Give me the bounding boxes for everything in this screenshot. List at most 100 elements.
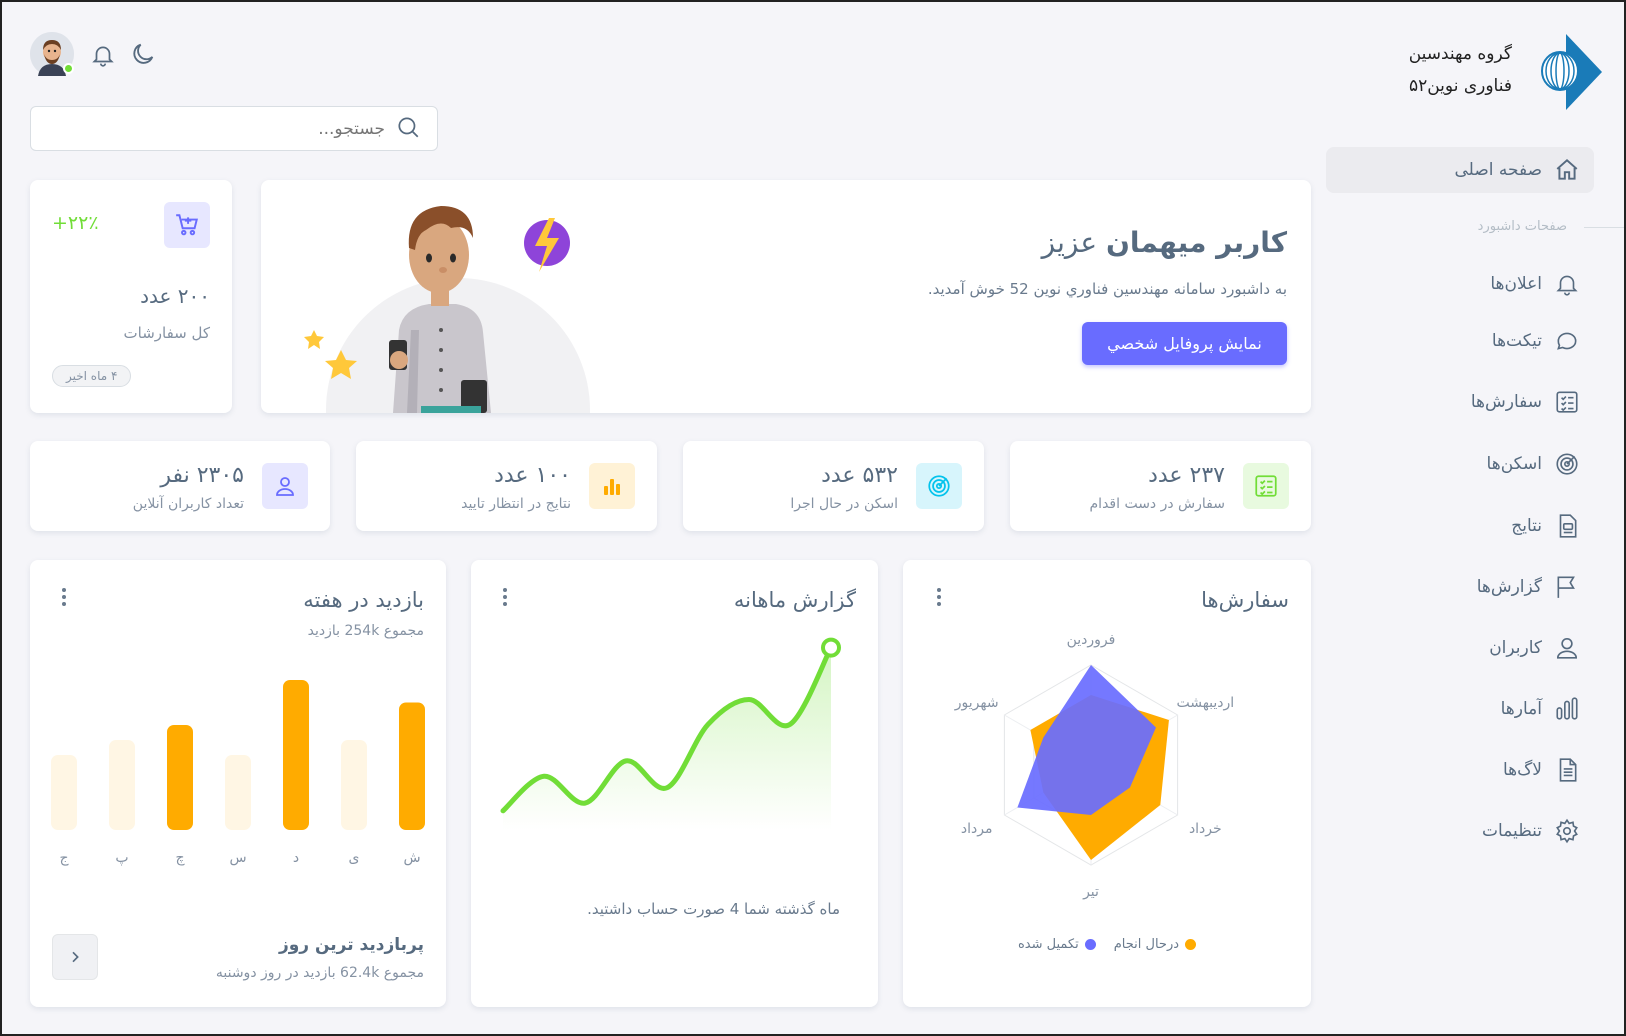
sidebar-label-results: نتایج xyxy=(1511,516,1542,536)
search-input[interactable] xyxy=(47,118,385,139)
chat-icon xyxy=(1557,332,1577,350)
best-day-arrow-button[interactable] xyxy=(52,934,98,980)
bar-3 xyxy=(225,755,251,830)
radar-icon-box xyxy=(916,463,962,509)
welcome-title: کاربر میهمان عزیز xyxy=(1042,226,1287,259)
brand-name-line2: فناوری نوین۵۲ xyxy=(1408,76,1512,96)
monthly-report-card: گزارش ماهانه ماه گذشته شما 4 صورت حساب د… xyxy=(471,560,878,1007)
radar-icon xyxy=(1556,453,1578,475)
legend-dot-in-progress xyxy=(1185,939,1197,950)
sidebar-item-results[interactable]: نتایج xyxy=(1326,503,1594,549)
welcome-title-rest: عزیز xyxy=(1041,226,1106,259)
monthly-more-menu[interactable] xyxy=(503,588,509,606)
avatar[interactable] xyxy=(30,32,74,76)
sidebar-section-divider xyxy=(1584,227,1624,228)
bar-tick-label: د xyxy=(293,850,299,866)
stat-card-online-users: ۲۳۰۵ نفر تعداد کاربران آنلاین xyxy=(30,441,330,531)
document-icon xyxy=(1559,514,1577,538)
notification-bell-icon[interactable] xyxy=(90,41,116,73)
welcome-subtitle: به داشبورد سامانه مهندسین فناوري نوين 52… xyxy=(927,280,1287,298)
bar-tick-label: پ xyxy=(115,850,128,866)
sidebar-item-reports[interactable]: گزارش‌ها xyxy=(1326,564,1594,610)
user-icon xyxy=(1556,637,1578,659)
stat-label: سفارش در دست اقدام xyxy=(1089,496,1225,512)
brand-logo[interactable]: گروه مهندسین فناوری نوین۵۲ xyxy=(1344,30,1604,112)
radar-legend: درحال انجام تکمیل شده xyxy=(903,937,1311,952)
radar-axis-label: اردیبهشت xyxy=(1176,695,1234,711)
sidebar-item-notifications[interactable]: اعلان‌ها xyxy=(1326,261,1594,307)
orders-more-menu[interactable] xyxy=(937,588,943,606)
brand-name-line1: گروه مهندسین xyxy=(1408,44,1512,64)
bar-tick-label: ج xyxy=(59,850,69,866)
weekly-bar-chart: شیدسچپج xyxy=(51,680,425,866)
chart-icon xyxy=(1556,697,1578,720)
sidebar-item-settings[interactable]: تنظیمات xyxy=(1326,808,1594,854)
legend-item-in-progress: درحال انجام xyxy=(1113,937,1197,952)
bar-5 xyxy=(109,740,135,830)
sidebar-label-home: صفحه اصلی xyxy=(1454,160,1542,180)
legend-item-done: تکمیل شده xyxy=(1018,937,1096,952)
sidebar-item-scans[interactable]: اسکن‌ها xyxy=(1326,441,1594,487)
dark-mode-moon-icon[interactable] xyxy=(129,40,157,72)
bar-tick-label: س xyxy=(229,850,246,866)
cart-icon xyxy=(176,214,198,236)
weekly-more-menu[interactable] xyxy=(62,588,68,606)
weekly-title: بازدید در هفته xyxy=(303,588,424,612)
bar-tick-label: چ xyxy=(175,850,185,866)
sidebar-item-users[interactable]: کاربران xyxy=(1326,625,1594,671)
checklist-icon xyxy=(1556,391,1578,413)
stat-value: ۲۳۰۵ نفر xyxy=(160,463,244,488)
bell-icon xyxy=(1556,275,1578,296)
online-status-dot xyxy=(63,63,74,74)
orders-radar-card: سفارش‌ها فروردین اردیبهشت خرداد تیر مرداد شهر… xyxy=(903,560,1311,1007)
bar-2 xyxy=(283,680,309,830)
stat-label: اسکن در حال اجرا xyxy=(790,496,898,512)
best-day-title: پربازدید ترین روز xyxy=(278,935,424,955)
legend-label-done: تکمیل شده xyxy=(1017,937,1079,952)
gear-icon xyxy=(1556,818,1578,844)
sidebar-label-orders: سفارش‌ها xyxy=(1470,392,1542,412)
stat-card-running-scans: ۵۳۲ عدد اسکن در حال اجرا xyxy=(683,441,984,531)
orders-total-label: کل سفارشات xyxy=(123,324,211,342)
best-day-subtitle: مجموع 62.4k بازدید در روز دوشنبه xyxy=(215,965,424,981)
orders-period-badge: ۴ ماه اخیر xyxy=(52,365,132,387)
radar-axis-label: تیر xyxy=(1082,884,1099,900)
bar-6 xyxy=(51,755,77,830)
sidebar-label-notifications: اعلان‌ها xyxy=(1490,274,1542,294)
radar-axis-label: مرداد xyxy=(961,821,993,837)
welcome-title-bold: کاربر میهمان xyxy=(1105,226,1287,259)
sidebar-item-tickets[interactable]: تیکت‌ها xyxy=(1326,318,1594,364)
legend-label-in-progress: درحال انجام xyxy=(1113,937,1180,952)
stat-card-pending-results: ۱۰۰ عدد نتایج در انتظار تایید xyxy=(356,441,657,531)
search-bar[interactable] xyxy=(30,106,438,151)
checklist-icon xyxy=(1255,475,1277,497)
stat-value: ۲۳۷ عدد xyxy=(1148,463,1225,488)
sidebar-item-orders[interactable]: سفارش‌ها xyxy=(1326,379,1594,425)
sidebar-label-tickets: تیکت‌ها xyxy=(1491,331,1542,351)
bar-tick-label: ی xyxy=(349,850,360,866)
bar-tick-label: ش xyxy=(403,850,420,866)
radar-icon xyxy=(928,475,950,497)
welcome-illustration xyxy=(304,206,590,413)
stat-label: تعداد کاربران آنلاین xyxy=(132,496,244,512)
brand-logo-icon xyxy=(1541,34,1602,110)
sidebar-item-home[interactable]: صفحه اصلی xyxy=(1326,147,1594,193)
sidebar-section-title: صفحات داشبورد xyxy=(1477,219,1567,234)
sidebar-label-scans: اسکن‌ها xyxy=(1486,454,1542,474)
bar-0 xyxy=(399,702,425,830)
cart-icon-box xyxy=(164,202,210,248)
home-icon xyxy=(1556,158,1578,180)
checklist-icon-box xyxy=(1243,463,1289,509)
bar-4 xyxy=(167,725,193,830)
weekly-subtitle: مجموع 254k بازدید xyxy=(307,623,424,639)
sidebar-item-logs[interactable]: لاگ‌ها xyxy=(1326,747,1594,793)
monthly-line-chart xyxy=(500,637,841,830)
weekly-visits-card: بازدید در هفته مجموع 254k بازدید ش ی د س چ پ ج… xyxy=(30,560,446,1007)
sidebar-label-logs: لاگ‌ها xyxy=(1502,760,1542,780)
radar-axis-label: شهریور xyxy=(954,695,999,711)
bar-1 xyxy=(341,740,367,830)
sidebar-item-statistics[interactable]: آمارها xyxy=(1326,686,1594,732)
stat-label: نتایج در انتظار تایید xyxy=(461,496,571,512)
view-profile-button[interactable]: نمایش پروفایل شخصي xyxy=(1082,322,1287,365)
stat-card-orders-in-progress: ۲۳۷ عدد سفارش در دست اقدام xyxy=(1010,441,1311,531)
